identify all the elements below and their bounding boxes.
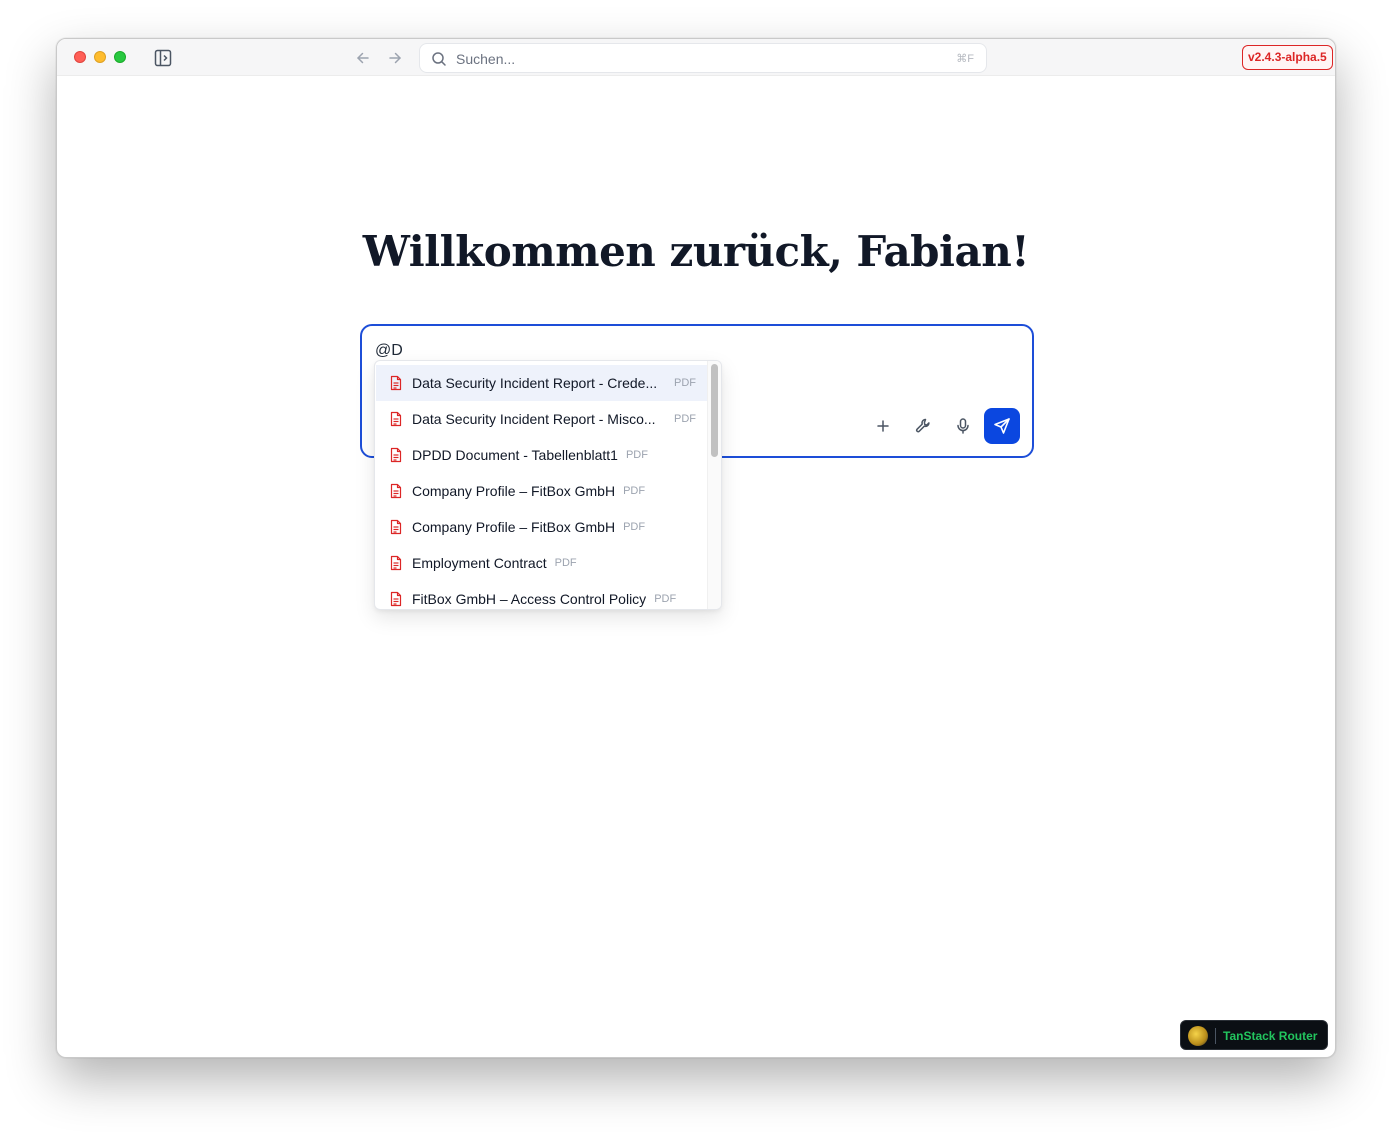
pdf-file-icon xyxy=(388,447,404,463)
wrench-icon[interactable] xyxy=(913,416,933,436)
mention-option[interactable]: Company Profile – FitBox GmbH PDF xyxy=(376,509,708,545)
search-shortcut-hint: ⌘F xyxy=(956,53,974,65)
mention-option[interactable]: Data Security Incident Report - Crede...… xyxy=(376,365,708,401)
devtools-label: TanStack Router xyxy=(1223,1029,1318,1043)
mention-option-name: Data Security Incident Report - Crede... xyxy=(412,375,658,391)
pdf-file-icon xyxy=(388,375,404,391)
global-search-input[interactable]: Suchen... ⌘F xyxy=(419,43,987,73)
title-bar: Suchen... ⌘F v2.4.3-alpha.5 xyxy=(57,39,1335,76)
search-icon xyxy=(431,51,447,67)
mention-option[interactable]: Company Profile – FitBox GmbH PDF xyxy=(376,473,708,509)
pdf-file-icon xyxy=(388,411,404,427)
dropdown-scrollbar[interactable] xyxy=(707,361,721,609)
mention-option-name: Company Profile – FitBox GmbH xyxy=(412,483,616,499)
mention-option[interactable]: Data Security Incident Report - Misco...… xyxy=(376,401,708,437)
divider xyxy=(1215,1028,1216,1044)
send-button[interactable] xyxy=(984,408,1020,444)
app-window: Suchen... ⌘F v2.4.3-alpha.5 Willkommen z… xyxy=(56,38,1336,1058)
chat-input[interactable]: @D xyxy=(375,341,403,361)
pdf-file-icon xyxy=(388,483,404,499)
mention-option-type: PDF xyxy=(625,449,648,461)
mention-option-type: PDF xyxy=(654,593,677,605)
arrow-left-icon[interactable] xyxy=(353,48,373,68)
tanstack-logo-icon xyxy=(1188,1026,1208,1046)
microphone-icon[interactable] xyxy=(953,416,973,436)
mention-option[interactable]: FitBox GmbH – Access Control Policy PDF xyxy=(376,581,708,609)
pdf-file-icon xyxy=(388,555,404,571)
mention-option-type: PDF xyxy=(674,377,696,389)
tanstack-router-devtools-button[interactable]: TanStack Router xyxy=(1180,1020,1328,1050)
mention-option[interactable]: DPDD Document - Tabellenblatt1 PDF xyxy=(376,437,708,473)
mention-dropdown: Data Security Incident Report - Crede...… xyxy=(374,360,722,610)
search-placeholder: Suchen... xyxy=(456,51,516,67)
mention-option-name: FitBox GmbH – Access Control Policy xyxy=(412,591,647,607)
pdf-file-icon xyxy=(388,591,404,607)
sidebar-toggle-icon[interactable] xyxy=(153,48,173,68)
mention-option-name: Employment Contract xyxy=(412,555,547,571)
mention-option-type: PDF xyxy=(623,485,646,497)
welcome-headline: Willkommen zurück, Fabian! xyxy=(362,227,1030,276)
mention-option-name: DPDD Document - Tabellenblatt1 xyxy=(412,447,618,463)
mention-option-type: PDF xyxy=(554,557,577,569)
pdf-file-icon xyxy=(388,519,404,535)
mention-option[interactable]: Employment Contract PDF xyxy=(376,545,708,581)
minimize-window-button[interactable] xyxy=(94,51,106,63)
close-window-button[interactable] xyxy=(74,51,86,63)
send-icon xyxy=(994,418,1010,434)
plus-icon[interactable] xyxy=(873,416,893,436)
version-badge: v2.4.3-alpha.5 xyxy=(1242,45,1333,70)
mention-option-name: Data Security Incident Report - Misco... xyxy=(412,411,656,427)
dropdown-scrollbar-thumb[interactable] xyxy=(711,364,718,457)
maximize-window-button[interactable] xyxy=(114,51,126,63)
mention-option-type: PDF xyxy=(623,521,646,533)
arrow-right-icon[interactable] xyxy=(385,48,405,68)
mention-option-type: PDF xyxy=(674,413,696,425)
mention-option-name: Company Profile – FitBox GmbH xyxy=(412,519,616,535)
